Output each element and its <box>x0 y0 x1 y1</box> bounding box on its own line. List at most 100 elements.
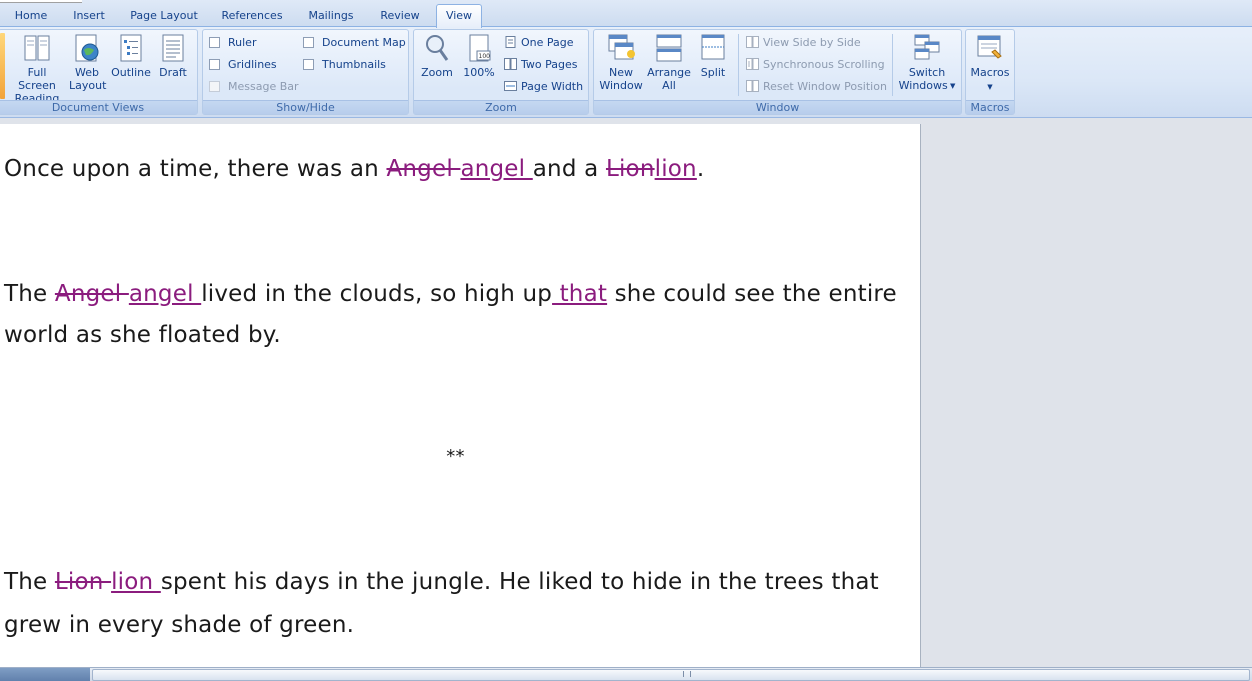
tab-home[interactable]: Home <box>8 6 54 27</box>
page-width-button[interactable]: Page Width <box>504 79 583 95</box>
synchronous-scrolling-label: Synchronous Scrolling <box>763 58 885 71</box>
zoom-100-label: 100% <box>463 66 495 79</box>
thumbnails-checkbox-box[interactable] <box>303 59 314 70</box>
document-page[interactable]: Once upon a time, there was an Angel ang… <box>0 124 921 667</box>
split-label: Split <box>700 66 726 79</box>
zoom-100-icon: 100 <box>469 34 491 62</box>
tracked-deletion[interactable]: Lion <box>55 569 111 595</box>
document-area: Once upon a time, there was an Angel ang… <box>0 119 1252 667</box>
paragraph-2[interactable]: The Angel angel lived in the clouds, so … <box>4 274 907 356</box>
tab-view[interactable]: View <box>436 4 482 28</box>
text-run: lived in the clouds, so high up <box>201 281 553 307</box>
tab-mailings[interactable]: Mailings <box>300 6 362 27</box>
outline-icon <box>120 34 142 62</box>
switch-windows-dropdown-icon[interactable]: ▼ <box>948 82 955 90</box>
full-screen-reading-button[interactable]: Full Screen Reading <box>7 32 67 105</box>
scrollbar-grip-icon <box>683 671 691 677</box>
tracked-insertion[interactable]: angel <box>460 156 532 182</box>
gridlines-checkbox[interactable]: Gridlines <box>209 57 277 73</box>
view-side-by-side-button[interactable]: View Side by Side <box>746 35 861 51</box>
view-buttons-area[interactable] <box>0 668 90 681</box>
reset-window-position-button[interactable]: Reset Window Position <box>746 79 887 95</box>
message-bar-checkbox[interactable]: Message Bar <box>209 79 299 95</box>
tab-insert[interactable]: Insert <box>66 6 112 27</box>
split-button[interactable]: Split <box>696 32 730 79</box>
text-run: The <box>4 281 55 307</box>
macros-icon <box>977 35 1002 59</box>
show-hide-group-label: Show/Hide <box>203 100 408 114</box>
zoom-button[interactable]: Zoom <box>418 32 456 79</box>
group-zoom: Zoom 100 100% One Page Two Pages Page Wi… <box>413 29 589 115</box>
switch-windows-label-2: Windows <box>898 79 948 92</box>
document-map-checkbox[interactable]: Document Map <box>303 35 406 51</box>
group-show-hide: Ruler Gridlines Message Bar Document Map… <box>202 29 409 115</box>
ribbon: Full Screen Reading Web Layout Outline D… <box>0 27 1252 118</box>
group-window: New Window Arrange All Split View Side b… <box>593 29 962 115</box>
group-document-views: Full Screen Reading Web Layout Outline D… <box>0 29 198 115</box>
print-layout-highlight <box>0 33 5 99</box>
horizontal-scrollbar[interactable] <box>0 667 1252 681</box>
reset-window-position-icon <box>746 80 759 92</box>
switch-windows-button[interactable]: Switch Windows ▼ <box>896 32 958 93</box>
tracked-deletion[interactable]: Angel <box>386 156 460 182</box>
new-window-label-1: New <box>609 66 633 79</box>
tracked-deletion[interactable]: Angel <box>55 281 129 307</box>
tracked-deletion[interactable]: Lion <box>606 156 655 182</box>
macros-button[interactable]: Macros ▼ <box>968 32 1012 94</box>
group-macros: Macros ▼ Macros <box>965 29 1015 115</box>
reset-window-position-label: Reset Window Position <box>763 80 887 93</box>
draft-button[interactable]: Draft <box>155 32 191 79</box>
gridlines-checkbox-box[interactable] <box>209 59 220 70</box>
arrange-all-label-1: Arrange <box>647 66 691 79</box>
window-group-separator <box>738 34 739 96</box>
two-pages-button[interactable]: Two Pages <box>504 57 577 73</box>
arrange-all-icon <box>656 34 682 62</box>
new-window-button[interactable]: New Window <box>598 32 644 92</box>
section-separator: ** <box>446 446 465 467</box>
tab-review[interactable]: Review <box>372 6 428 27</box>
switch-windows-label-1: Switch <box>908 66 946 79</box>
document-map-label: Document Map <box>322 36 406 49</box>
paragraph-3[interactable]: The Lion lion spent his days in the jung… <box>4 561 907 647</box>
synchronous-scrolling-icon <box>746 58 759 70</box>
tracked-insertion[interactable]: lion <box>111 569 161 595</box>
ruler-checkbox[interactable]: Ruler <box>209 35 256 51</box>
full-screen-reading-label-1: Full Screen <box>18 66 56 92</box>
message-bar-checkbox-box[interactable] <box>209 81 220 92</box>
macros-dropdown-icon[interactable]: ▼ <box>987 83 992 91</box>
paragraph-1[interactable]: Once upon a time, there was an Angel ang… <box>4 152 907 186</box>
tab-references[interactable]: References <box>216 6 288 27</box>
text-run: The <box>4 569 55 595</box>
document-views-group-label: Document Views <box>0 100 197 114</box>
text-run: . <box>696 156 705 182</box>
arrange-all-button[interactable]: Arrange All <box>646 32 692 92</box>
horizontal-scrollbar-thumb[interactable] <box>92 669 1250 681</box>
draft-label: Draft <box>159 66 187 79</box>
tracked-insertion[interactable]: angel <box>129 281 201 307</box>
tracked-insertion[interactable]: lion <box>655 156 697 182</box>
new-window-icon <box>608 34 635 60</box>
zoom-100-button[interactable]: 100 100% <box>460 32 498 79</box>
synchronous-scrolling-button[interactable]: Synchronous Scrolling <box>746 57 885 73</box>
ruler-checkbox-box[interactable] <box>209 37 220 48</box>
ribbon-tab-bar: Home Insert Page Layout References Maili… <box>0 0 1252 28</box>
one-page-button[interactable]: One Page <box>504 35 574 51</box>
two-pages-label: Two Pages <box>521 58 578 71</box>
draft-icon <box>162 34 184 62</box>
web-layout-button[interactable]: Web Layout <box>69 32 106 92</box>
view-side-by-side-label: View Side by Side <box>763 36 861 49</box>
thumbnails-checkbox[interactable]: Thumbnails <box>303 57 386 73</box>
outline-button[interactable]: Outline <box>109 32 153 79</box>
svg-text:100: 100 <box>479 53 491 60</box>
text-run: Once upon a time, there was an <box>4 156 387 182</box>
arrange-all-label-2: All <box>662 79 676 92</box>
split-icon <box>701 34 725 60</box>
zoom-group-label: Zoom <box>414 100 588 114</box>
tab-page-layout[interactable]: Page Layout <box>124 6 204 27</box>
office-button-edge[interactable] <box>0 0 82 3</box>
zoom-label: Zoom <box>421 66 453 79</box>
tracked-insertion[interactable]: that <box>552 281 607 307</box>
magnifier-icon <box>426 35 449 61</box>
page-width-label: Page Width <box>521 80 584 93</box>
document-map-checkbox-box[interactable] <box>303 37 314 48</box>
